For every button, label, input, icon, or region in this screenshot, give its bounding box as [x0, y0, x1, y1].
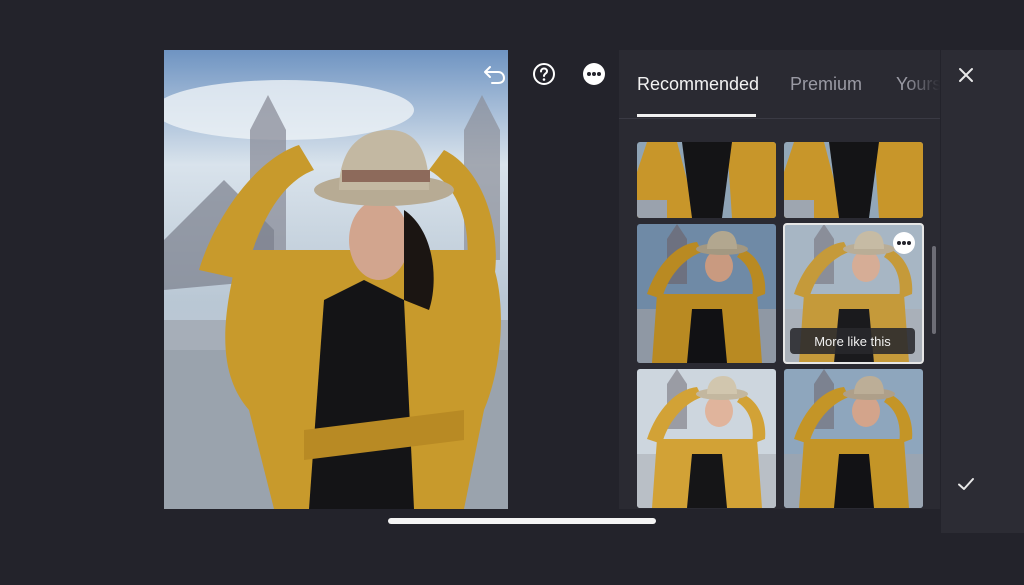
preset-tabs: Recommended Premium Yours	[619, 50, 940, 119]
preset-thumbnail-5[interactable]	[637, 369, 776, 508]
presets-scrollbar[interactable]	[932, 246, 936, 334]
tab-premium[interactable]: Premium	[790, 74, 862, 95]
checkmark-icon[interactable]	[952, 470, 980, 498]
home-indicator	[388, 518, 656, 524]
preset-thumbnail-6[interactable]	[784, 369, 923, 508]
more-options-icon[interactable]	[580, 60, 608, 88]
preset-thumbnail-4[interactable]: More like this	[783, 223, 924, 364]
help-icon[interactable]	[530, 60, 558, 88]
main-photo	[164, 50, 508, 509]
close-icon[interactable]	[952, 61, 980, 89]
presets-panel: Recommended Premium Yours	[619, 50, 940, 509]
photo-image	[164, 50, 508, 509]
preset-more-icon[interactable]	[893, 232, 915, 254]
preset-thumbnail-3[interactable]	[637, 224, 776, 363]
tab-fade	[905, 50, 940, 116]
tab-recommended[interactable]: Recommended	[637, 74, 759, 95]
right-rail	[941, 50, 1024, 533]
preset-thumbnail-1[interactable]	[637, 142, 776, 218]
preset-thumbnail-2[interactable]	[784, 142, 923, 218]
active-tab-indicator	[637, 114, 756, 117]
more-like-this-button[interactable]: More like this	[790, 328, 915, 354]
undo-icon[interactable]	[480, 60, 508, 88]
